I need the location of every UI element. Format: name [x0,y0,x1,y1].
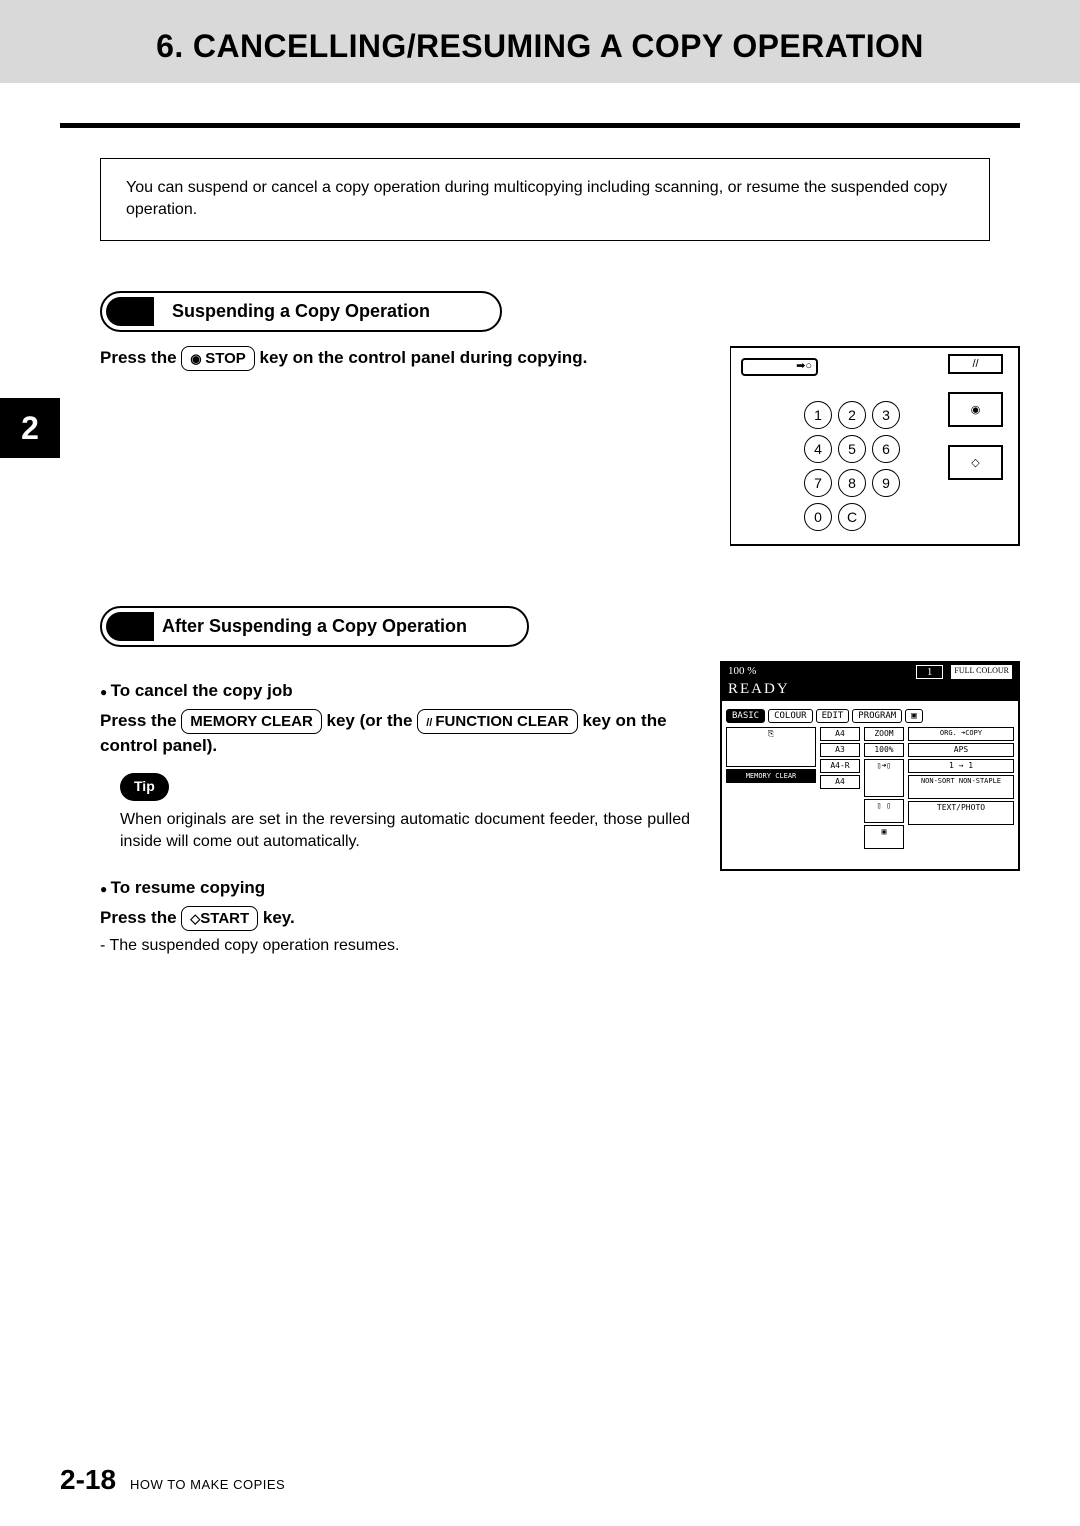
lcd-zoom-label: ZOOM [864,727,904,741]
keypad-8: 8 [838,469,866,497]
chapter-label: HOW TO MAKE COPIES [130,1477,285,1492]
lcd-memclear: MEMORY CLEAR [726,769,816,783]
stop-button-icon: ◉ [948,392,1003,427]
lcd-tray-a4r: A4-R [820,759,860,773]
section-heading-suspend: Suspending a Copy Operation [100,291,502,332]
lcd-screen-illustration: 100 % 1 FULL COLOUR READY BASIC COLOUR E… [720,661,1020,871]
control-panel-illustration: 1 2 3 4 5 6 7 8 9 0 [730,346,1020,546]
lcd-tray-icon: ⎘ [726,727,816,767]
tip-badge: Tip [120,773,169,801]
page-number: 2-18 [60,1464,116,1496]
keypad-4: 4 [804,435,832,463]
keypad-1: 1 [804,401,832,429]
lcd-tray-a4b: A4 [820,775,860,789]
divider [60,123,1020,128]
keypad-c: C [838,503,866,531]
tip-text: When originals are set in the reversing … [120,809,690,854]
start-key: START [181,906,258,931]
keypad-9: 9 [872,469,900,497]
lcd-duplex-icon: ▯➜▯ [864,759,904,797]
header-band: 6. CANCELLING/RESUMING A COPY OPERATION [0,0,1080,83]
lcd-finish-icon: ▯ ▯ [864,799,904,823]
lcd-org-label: ORG. ➜COPY [908,727,1014,741]
keypad-7: 7 [804,469,832,497]
lcd-ready: READY [722,681,1018,701]
resume-heading: To resume copying [100,876,690,900]
lcd-tab-edit: EDIT [816,709,850,723]
lcd-tab-basic: BASIC [726,709,765,723]
lcd-image-icon: ▣ [864,825,904,849]
page-title: 6. CANCELLING/RESUMING A COPY OPERATION [0,28,1080,65]
lcd-tab-program: PROGRAM [852,709,902,723]
intro-text: You can suspend or cancel a copy operati… [100,158,990,241]
suspend-instruction: Press the STOP key on the control panel … [100,346,700,546]
chapter-tab: 2 [0,398,60,458]
section-heading-after: After Suspending a Copy Operation [100,606,529,647]
lcd-zoom-val: 100% [864,743,904,757]
keypad-2: 2 [838,401,866,429]
memoryclear-key: MEMORY CLEAR [181,709,322,734]
start-button-icon: ◇ [948,445,1003,480]
stop-key: STOP [181,346,255,371]
footer: 2-18 HOW TO MAKE COPIES [60,1464,285,1496]
lcd-mode: FULL COLOUR [951,665,1012,679]
lcd-aps: APS [908,743,1014,757]
keypad-5: 5 [838,435,866,463]
lcd-sort: NON-SORT NON-STAPLE [908,775,1014,799]
funcclear-button-icon: // [948,354,1003,374]
lcd-dup: 1 → 1 [908,759,1014,773]
lcd-tray-a4a: A4 [820,727,860,741]
cancel-heading: To cancel the copy job [100,679,690,703]
lcd-tab-extra: ▣ [905,709,922,723]
keypad-0: 0 [804,503,832,531]
lcd-tray-a3: A3 [820,743,860,757]
resume-note: - The suspended copy operation resumes. [100,935,690,957]
lcd-text: TEXT/PHOTO [908,801,1014,825]
functionclear-key: FUNCTION CLEAR [417,709,578,734]
lcd-percent: 100 % [728,665,756,679]
keypad-3: 3 [872,401,900,429]
keypad-6: 6 [872,435,900,463]
lcd-count: 1 [916,665,944,679]
lcd-tab-colour: COLOUR [768,709,813,723]
